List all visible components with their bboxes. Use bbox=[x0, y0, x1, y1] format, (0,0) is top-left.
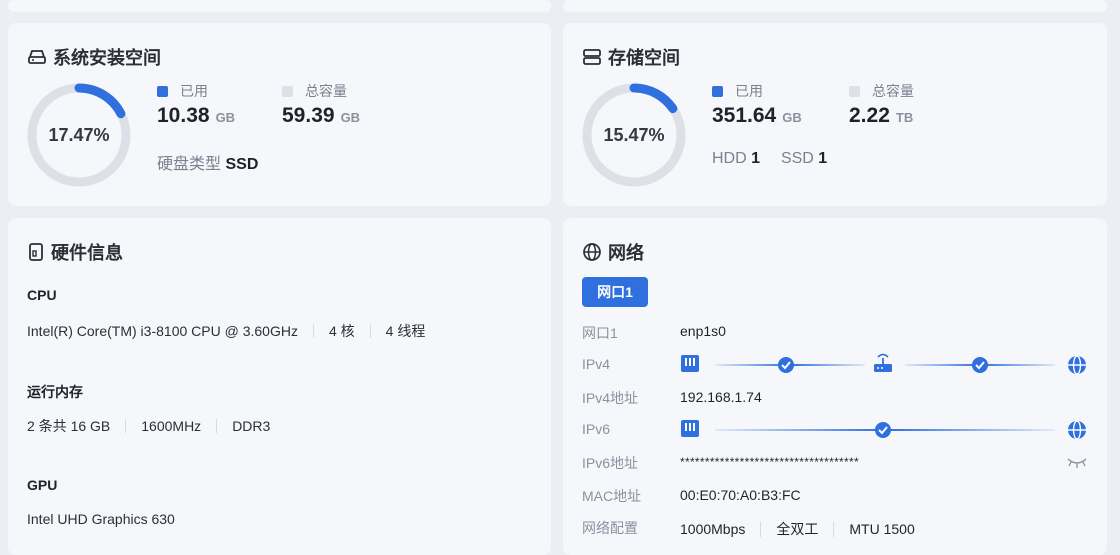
storage-total-unit: TB bbox=[895, 110, 914, 125]
top-right-card-partial bbox=[563, 0, 1107, 12]
storage-title: 存储空间 bbox=[582, 44, 680, 70]
system-space-title-text: 系统安装空间 bbox=[53, 48, 161, 68]
server-icon bbox=[583, 49, 601, 65]
nic-icon bbox=[681, 420, 699, 437]
system-space-gauge: 17.47% bbox=[26, 82, 132, 188]
globe-icon bbox=[1068, 420, 1086, 440]
ipv4-status-line bbox=[681, 353, 1086, 375]
storage-percent: 15.47% bbox=[603, 124, 665, 145]
cpu-label: CPU bbox=[27, 287, 57, 303]
system-total-number: 59.39 bbox=[282, 104, 335, 127]
check-icon bbox=[778, 357, 794, 373]
storage-used-unit: GB bbox=[782, 110, 802, 125]
ipv4-key: IPv4 bbox=[582, 356, 611, 372]
tab-port-1[interactable]: 网口1 bbox=[582, 277, 648, 307]
memory-label: 运行内存 bbox=[27, 384, 83, 400]
network-title: 网络 bbox=[582, 239, 644, 265]
memory-type: DDR3 bbox=[232, 418, 271, 434]
system-used-number: 10.38 bbox=[157, 104, 210, 127]
link-speed: 1000Mbps bbox=[680, 521, 746, 537]
cpu-row: Intel(R) Core(TM) i3-8100 CPU @ 3.60GHz … bbox=[27, 321, 425, 341]
mac-key: MAC地址 bbox=[582, 488, 642, 504]
ipv4-address-key: IPv4地址 bbox=[582, 390, 639, 406]
check-icon bbox=[875, 422, 891, 438]
storage-total-label: 总容量 bbox=[872, 83, 914, 99]
hardware-title: 硬件信息 bbox=[27, 239, 123, 265]
gpu-model: Intel UHD Graphics 630 bbox=[27, 511, 175, 527]
system-total-unit: GB bbox=[340, 110, 361, 125]
storage-total-number: 2.22 bbox=[849, 104, 890, 127]
system-total-label: 总容量 bbox=[305, 83, 347, 99]
memory-row: 2 条共 16 GB 1600MHz DDR3 bbox=[27, 416, 270, 436]
disk-type-label: 硬盘类型 bbox=[157, 156, 222, 173]
ipv6-address-value: ************************************ bbox=[680, 455, 859, 469]
cpu-cores: 4 核 bbox=[328, 323, 355, 339]
storage-total-value: 2.22 TB bbox=[849, 104, 913, 128]
gpu-row: Intel UHD Graphics 630 bbox=[27, 511, 175, 527]
storage-gauge: 15.47% bbox=[581, 82, 687, 188]
hdd-count: 1 bbox=[751, 150, 761, 167]
top-left-card-partial bbox=[8, 0, 551, 12]
disk-type-value: SSD bbox=[225, 156, 259, 173]
memory-total: 2 条共 16 GB bbox=[27, 418, 111, 434]
mtu-value: MTU 1500 bbox=[849, 521, 915, 537]
hard-drive-icon bbox=[28, 50, 46, 64]
ipv6-status-line bbox=[681, 420, 1086, 440]
chip-icon bbox=[29, 243, 43, 261]
port-value: enp1s0 bbox=[680, 323, 726, 339]
router-icon bbox=[874, 353, 892, 372]
system-used-unit: GB bbox=[215, 110, 236, 125]
disk-counts: HDD 1 SSD 1 bbox=[712, 150, 827, 168]
network-config-key: 网络配置 bbox=[582, 520, 638, 536]
network-card: 网络 网口1 网口1 enp1s0 IPv4 IPv4地址 192.168.1.… bbox=[563, 218, 1107, 555]
storage-total-legend: 总容量 bbox=[849, 81, 914, 101]
memory-frequency: 1600MHz bbox=[141, 418, 202, 434]
cpu-model: Intel(R) Core(TM) i3-8100 CPU @ 3.60GHz bbox=[27, 323, 298, 339]
system-space-card: 系统安装空间 17.47% 已用 10.38 GB 总容量 59.39 GB 硬盘类… bbox=[8, 23, 551, 206]
storage-used-number: 351.64 bbox=[712, 104, 777, 127]
storage-title-text: 存储空间 bbox=[608, 48, 680, 68]
storage-used-label: 已用 bbox=[735, 83, 763, 99]
ssd-label: SSD bbox=[780, 150, 814, 167]
system-used-label: 已用 bbox=[180, 83, 208, 99]
ssd-count: 1 bbox=[818, 150, 828, 167]
network-title-text: 网络 bbox=[608, 243, 644, 263]
globe-icon bbox=[1068, 355, 1086, 375]
storage-card: 存储空间 15.47% 已用 351.64 GB 总容量 2.22 TB HDD 1… bbox=[563, 23, 1107, 206]
check-icon bbox=[972, 357, 988, 373]
port-key: 网口1 bbox=[582, 325, 618, 341]
duplex-mode: 全双工 bbox=[776, 521, 819, 537]
mac-value: 00:E0:70:A0:B3:FC bbox=[680, 487, 801, 503]
nic-icon bbox=[681, 355, 699, 372]
system-space-title: 系统安装空间 bbox=[27, 44, 161, 70]
ipv6-key: IPv6 bbox=[582, 421, 611, 437]
network-config-row: 1000Mbps 全双工 MTU 1500 bbox=[680, 519, 915, 539]
ipv6-address-key: IPv6地址 bbox=[582, 455, 639, 471]
system-used-legend: 已用 bbox=[157, 81, 208, 101]
disk-type: 硬盘类型 SSD bbox=[157, 150, 258, 174]
hardware-title-text: 硬件信息 bbox=[51, 243, 123, 263]
eye-closed-icon[interactable] bbox=[1066, 456, 1088, 470]
system-space-percent: 17.47% bbox=[48, 124, 110, 145]
hardware-card: 硬件信息 CPU Intel(R) Core(TM) i3-8100 CPU @… bbox=[8, 218, 551, 555]
system-total-value: 59.39 GB bbox=[282, 104, 360, 128]
storage-used-value: 351.64 GB bbox=[712, 104, 802, 128]
system-total-legend: 总容量 bbox=[282, 81, 347, 101]
gpu-label: GPU bbox=[27, 477, 58, 493]
storage-used-legend: 已用 bbox=[712, 81, 763, 101]
system-used-value: 10.38 GB bbox=[157, 104, 235, 128]
cpu-threads: 4 线程 bbox=[385, 323, 426, 339]
ipv4-address-value: 192.168.1.74 bbox=[680, 389, 762, 405]
globe-icon bbox=[583, 243, 601, 261]
hdd-label: HDD bbox=[712, 150, 747, 167]
